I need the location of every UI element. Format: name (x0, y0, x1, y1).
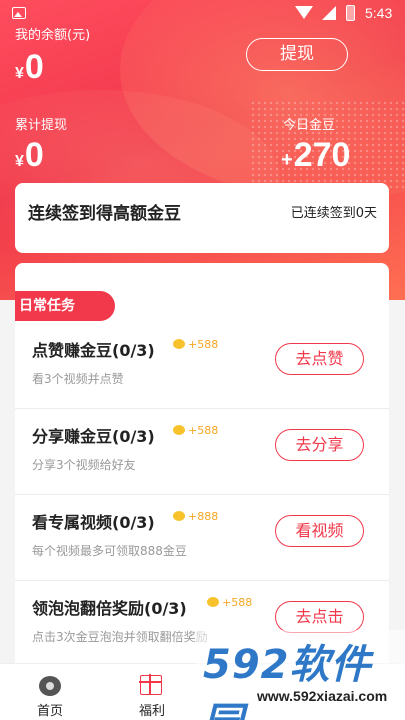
coin-icon (173, 339, 185, 349)
clock: 5:43 (365, 5, 393, 21)
battery-icon (346, 5, 355, 21)
task-description: 每个视频最多可领取888金豆 (32, 544, 187, 558)
coin-icon (207, 597, 219, 607)
balance-value: 0 (24, 48, 44, 86)
watermark-url: www.592xiazai.com (257, 688, 388, 704)
task-row-video: 看专属视频(0/3) +888 每个视频最多可领取888金豆 看视频 (15, 495, 389, 581)
gift-icon (139, 674, 162, 695)
task-row-share: 分享赚金豆(0/3) +588 分享3个视频给好友 去分享 (15, 409, 389, 495)
nav-home[interactable]: 首页 (10, 664, 90, 720)
plus-sign: + (281, 149, 293, 171)
share-task-button[interactable]: 去分享 (275, 429, 364, 461)
total-withdrawn-value: 0 (24, 136, 44, 174)
home-icon (39, 676, 61, 696)
task-row-like: 点赞赚金豆(0/3) +588 看3个视频并点赞 去点赞 (15, 323, 389, 409)
daily-tasks-card: 日常任务 点赞赚金豆(0/3) +588 看3个视频并点赞 去点赞 分享赚金豆(… (15, 263, 389, 683)
task-bonus: +888 (173, 510, 218, 523)
task-description: 分享3个视频给好友 (32, 458, 136, 472)
today-coins-label: 今日金豆 (283, 118, 336, 133)
watch-video-button[interactable]: 看视频 (275, 515, 364, 547)
task-title: 分享赚金豆(0/3) (32, 427, 155, 446)
signin-title: 连续签到得高额金豆 (28, 204, 181, 224)
currency-symbol: ¥ (15, 65, 24, 82)
site-watermark: 592软件园 www.592xiazai.com (195, 630, 405, 720)
watermark-logo: 592软件园 (203, 642, 372, 720)
task-description: 看3个视频并点赞 (32, 372, 124, 386)
like-task-button[interactable]: 去点赞 (275, 343, 364, 375)
balance-amount: ¥0 (15, 48, 44, 87)
withdraw-button[interactable]: 提现 (246, 38, 348, 71)
signal-icon (322, 6, 336, 20)
task-bonus: +588 (207, 596, 252, 609)
currency-symbol: ¥ (15, 153, 24, 170)
today-coins-amount: +270 (281, 136, 350, 175)
task-title: 看专属视频(0/3) (32, 513, 155, 532)
image-notification-icon (12, 7, 26, 19)
task-description: 点击3次金豆泡泡并领取翻倍奖励 (32, 630, 208, 644)
total-withdrawn-amount: ¥0 (15, 136, 44, 175)
signin-card[interactable]: 连续签到得高额金豆 已连续签到0天 (15, 183, 389, 253)
nav-home-label: 首页 (36, 704, 63, 719)
nav-welfare[interactable]: 福利 (112, 664, 192, 720)
total-withdrawn-label: 累计提现 (15, 118, 68, 133)
click-bubble-button[interactable]: 去点击 (275, 601, 364, 633)
wifi-icon (295, 6, 313, 19)
task-title: 点赞赚金豆(0/3) (32, 341, 155, 360)
task-bonus: +588 (173, 338, 218, 351)
task-title: 领泡泡翻倍奖励(0/3) (32, 599, 187, 618)
daily-tasks-section-label: 日常任务 (15, 291, 115, 321)
today-coins-value: 270 (293, 136, 351, 174)
signin-status: 已连续签到0天 (290, 206, 377, 221)
balance-label: 我的余额(元) (15, 28, 91, 43)
coin-icon (173, 425, 185, 435)
task-bonus: +588 (173, 424, 218, 437)
coin-icon (173, 511, 185, 521)
nav-welfare-label: 福利 (138, 704, 165, 719)
